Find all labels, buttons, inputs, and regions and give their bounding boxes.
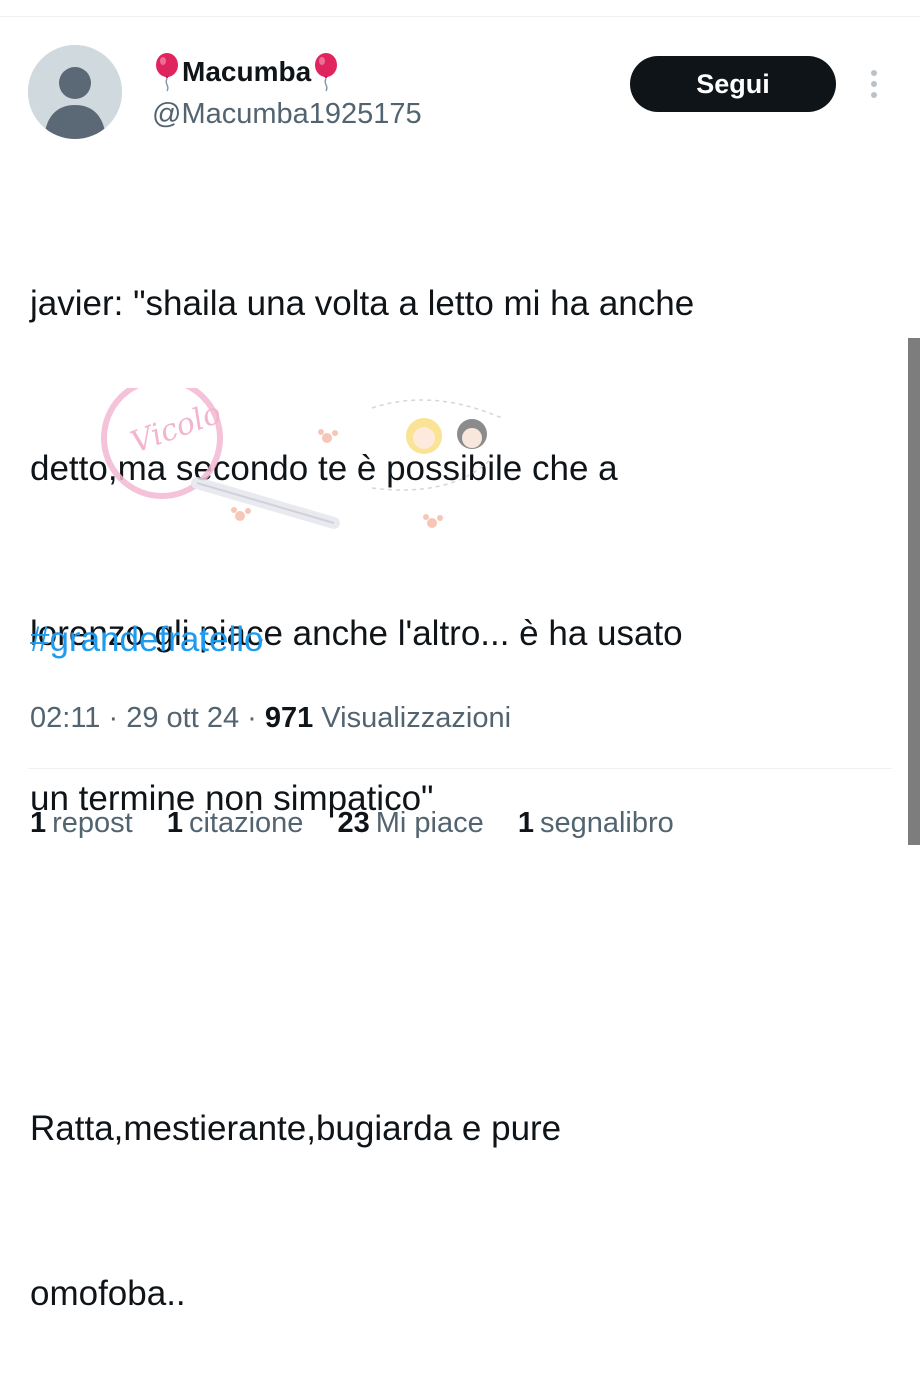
tweet-line: javier: "shaila una volta a letto mi ha …	[30, 284, 695, 323]
more-vertical-icon[interactable]	[862, 66, 886, 102]
default-avatar-icon	[28, 45, 122, 139]
views-label: Visualizzazioni	[321, 702, 512, 734]
tweet-text: javier: "shaila una volta a letto mi ha …	[30, 166, 890, 1376]
likes-stat[interactable]: 23 Mi piace	[337, 807, 483, 839]
user-handle[interactable]: @Macumba1925175	[152, 96, 422, 132]
quotes-stat[interactable]: 1 citazione	[167, 807, 304, 839]
reposts-stat[interactable]: 1 repost	[30, 807, 133, 839]
meta-separator: ·	[247, 702, 257, 734]
tweet-line: detto,ma secondo te è possibile che a	[30, 449, 618, 488]
bookmarks-stat[interactable]: 1 segnalibro	[518, 807, 674, 839]
display-name-row[interactable]: Macumba	[152, 52, 422, 92]
hashtag-link[interactable]: #grandefratello	[30, 612, 264, 667]
tweet-date[interactable]: 29 ott 24	[126, 702, 239, 734]
balloon-icon	[315, 53, 338, 92]
tweet-time[interactable]: 02:11	[30, 702, 100, 734]
views-count: 971	[264, 702, 314, 734]
display-name: Macumba	[182, 56, 312, 87]
scrollbar[interactable]	[908, 338, 920, 845]
tweet-meta: 02:11 · 29 ott 24 · 971 Visualizzazioni	[30, 698, 511, 738]
user-block: Macumba @Macumba1925175	[152, 52, 422, 132]
meta-separator: ·	[108, 702, 119, 734]
top-divider	[0, 16, 920, 17]
tweet-line: omofoba..	[30, 1274, 186, 1313]
meta-divider	[28, 768, 892, 769]
tweet-stats: 1 repost 1 citazione 23 Mi piace 1 segnalibr…	[30, 803, 700, 843]
follow-button[interactable]: Segui	[630, 56, 836, 112]
avatar[interactable]	[28, 45, 122, 139]
balloon-icon	[156, 53, 178, 92]
tweet-line: Ratta,mestierante,bugiarda e pure	[30, 1109, 562, 1148]
